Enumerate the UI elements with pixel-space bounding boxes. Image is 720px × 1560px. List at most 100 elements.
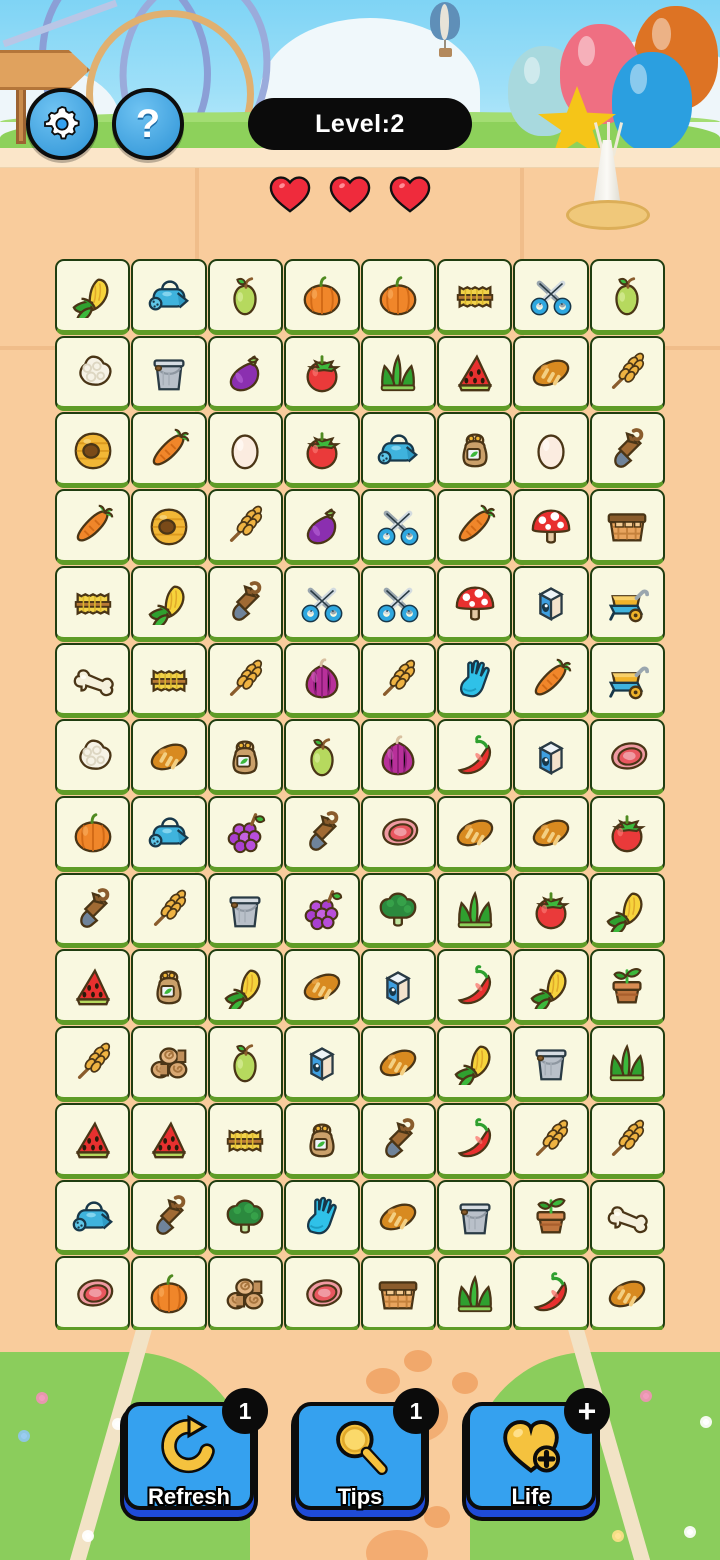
board-tile[interactable]	[55, 489, 131, 565]
board-tile[interactable]	[360, 796, 436, 872]
board-tile[interactable]	[589, 1179, 665, 1256]
board-tile[interactable]	[131, 489, 207, 565]
board-tile[interactable]	[436, 872, 513, 949]
board-tile[interactable]	[284, 719, 360, 795]
board-tile[interactable]	[55, 1179, 131, 1256]
board-tile[interactable]	[436, 565, 513, 642]
board-tile[interactable]	[589, 335, 665, 412]
board-tile[interactable]	[513, 872, 589, 949]
board-tile[interactable]	[55, 1256, 131, 1332]
board-tile[interactable]	[207, 949, 284, 1026]
board-tile[interactable]	[360, 1026, 436, 1102]
board-tile[interactable]	[55, 1102, 131, 1179]
board-tile[interactable]	[207, 1256, 284, 1332]
board-tile[interactable]	[55, 1026, 131, 1102]
board-tile[interactable]	[589, 1026, 665, 1102]
board-tile[interactable]	[55, 335, 131, 412]
board-tile[interactable]	[284, 335, 360, 412]
life-badge[interactable]: +	[564, 1388, 610, 1434]
board-tile[interactable]	[131, 642, 207, 719]
board-tile[interactable]	[207, 489, 284, 565]
board-tile[interactable]	[55, 642, 131, 719]
help-button[interactable]: ?	[112, 88, 184, 160]
board-tile[interactable]	[436, 949, 513, 1026]
board-tile[interactable]	[284, 1102, 360, 1179]
board-tile[interactable]	[55, 796, 131, 872]
board-tile[interactable]	[284, 1179, 360, 1256]
board-tile[interactable]	[131, 565, 207, 642]
board-tile[interactable]	[513, 1179, 589, 1256]
board-tile[interactable]	[436, 719, 513, 795]
board-tile[interactable]	[360, 565, 436, 642]
board-tile[interactable]	[207, 1179, 284, 1256]
board-tile[interactable]	[589, 412, 665, 489]
board-tile[interactable]	[284, 1026, 360, 1102]
board-tile[interactable]	[284, 796, 360, 872]
refresh-badge[interactable]: 1	[222, 1388, 268, 1434]
board-tile[interactable]	[207, 642, 284, 719]
board-tile[interactable]	[207, 335, 284, 412]
board-tile[interactable]	[131, 412, 207, 489]
board-tile[interactable]	[360, 949, 436, 1026]
board-tile[interactable]	[360, 642, 436, 719]
board-tile[interactable]	[284, 565, 360, 642]
board-tile[interactable]	[55, 412, 131, 489]
board-tile[interactable]	[436, 642, 513, 719]
board-tile[interactable]	[207, 565, 284, 642]
board-tile[interactable]	[131, 259, 207, 335]
board-tile[interactable]	[55, 872, 131, 949]
board-tile[interactable]	[589, 489, 665, 565]
board-tile[interactable]	[360, 412, 436, 489]
board-tile[interactable]	[131, 335, 207, 412]
board-tile[interactable]	[436, 1102, 513, 1179]
board-tile[interactable]	[436, 259, 513, 335]
board-tile[interactable]	[284, 489, 360, 565]
board-tile[interactable]	[589, 565, 665, 642]
board-tile[interactable]	[360, 335, 436, 412]
board-tile[interactable]	[589, 1102, 665, 1179]
board-tile[interactable]	[131, 949, 207, 1026]
board-tile[interactable]	[55, 259, 131, 335]
board-tile[interactable]	[55, 949, 131, 1026]
board-tile[interactable]	[284, 872, 360, 949]
board-tile[interactable]	[131, 719, 207, 795]
board-tile[interactable]	[436, 796, 513, 872]
board-tile[interactable]	[589, 642, 665, 719]
board-tile[interactable]	[207, 1102, 284, 1179]
board-tile[interactable]	[131, 872, 207, 949]
refresh-button[interactable]: Refresh 1	[124, 1388, 268, 1510]
board-tile[interactable]	[513, 489, 589, 565]
board-tile[interactable]	[131, 1026, 207, 1102]
board-tile[interactable]	[436, 1179, 513, 1256]
board-tile[interactable]	[513, 796, 589, 872]
board-tile[interactable]	[284, 412, 360, 489]
board-tile[interactable]	[360, 489, 436, 565]
board-tile[interactable]	[513, 259, 589, 335]
board-tile[interactable]	[360, 1256, 436, 1332]
board-tile[interactable]	[284, 642, 360, 719]
board-tile[interactable]	[436, 1026, 513, 1102]
board-tile[interactable]	[513, 949, 589, 1026]
board-tile[interactable]	[207, 872, 284, 949]
board-tile[interactable]	[207, 719, 284, 795]
board-tile[interactable]	[207, 412, 284, 489]
board-tile[interactable]	[513, 335, 589, 412]
settings-button[interactable]	[26, 88, 98, 160]
board-tile[interactable]	[436, 489, 513, 565]
board-tile[interactable]	[513, 565, 589, 642]
board-tile[interactable]	[207, 259, 284, 335]
board-tile[interactable]	[131, 1256, 207, 1332]
board-tile[interactable]	[513, 1102, 589, 1179]
board-tile[interactable]	[284, 259, 360, 335]
board-tile[interactable]	[360, 259, 436, 335]
board-tile[interactable]	[436, 412, 513, 489]
board-tile[interactable]	[513, 1026, 589, 1102]
board-tile[interactable]	[284, 949, 360, 1026]
board-tile[interactable]	[207, 1026, 284, 1102]
board-tile[interactable]	[131, 1179, 207, 1256]
board-tile[interactable]	[55, 565, 131, 642]
board-tile[interactable]	[360, 1179, 436, 1256]
board-tile[interactable]	[589, 719, 665, 795]
board-tile[interactable]	[589, 1256, 665, 1332]
board-tile[interactable]	[589, 796, 665, 872]
